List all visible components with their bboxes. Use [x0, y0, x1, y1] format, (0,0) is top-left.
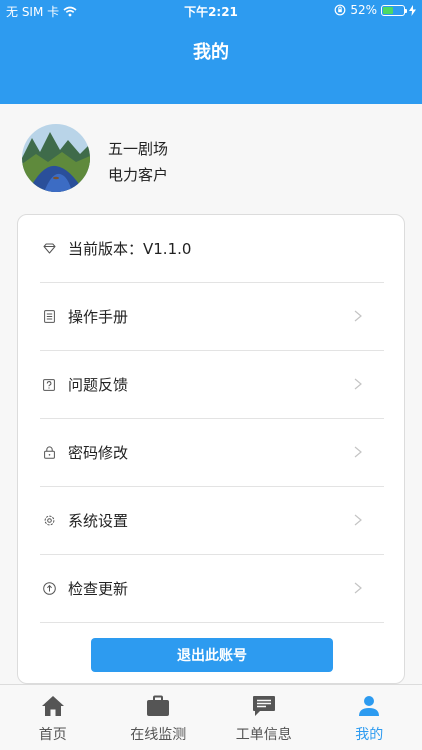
avatar-landscape-image: [22, 124, 90, 192]
profile-role: 电力客户: [108, 166, 169, 184]
tab-label: 工单信息: [235, 727, 292, 743]
chevron-right-icon: [354, 310, 362, 322]
menu-item-manual[interactable]: 操作手册: [40, 283, 384, 351]
menu-label: 检查更新: [68, 580, 129, 598]
menu-item-version: 当前版本：V1.1.0: [40, 215, 384, 283]
profile-name: 五一剧场: [108, 140, 169, 158]
menu-item-password[interactable]: 密码修改: [40, 419, 384, 487]
tab-label: 在线监测: [130, 727, 187, 743]
chevron-right-icon: [354, 378, 362, 390]
diamond-icon: [42, 242, 56, 256]
menu-label: 密码修改: [68, 444, 129, 462]
tab-home[interactable]: 首页: [0, 685, 106, 750]
page-title: 我的: [193, 42, 229, 63]
menu-label: 系统设置: [68, 512, 129, 530]
tab-monitoring[interactable]: 在线监测: [106, 685, 212, 750]
menu-item-feedback[interactable]: 问题反馈: [40, 351, 384, 419]
battery-icon: [381, 4, 407, 16]
tab-mine[interactable]: 我的: [317, 685, 422, 750]
home-icon: [39, 693, 67, 719]
menu-label: 操作手册: [68, 308, 129, 326]
document-icon: [42, 310, 56, 324]
battery-level: [383, 6, 394, 14]
menu-item-update[interactable]: 检查更新: [40, 555, 384, 623]
menu-card: 当前版本：V1.1.0 操作手册 问题反馈 密码修改 系统设置 检查更新 退出此…: [17, 214, 405, 684]
question-icon: [42, 378, 56, 392]
menu-label: 问题反馈: [68, 376, 129, 394]
battery-percent: 52%: [350, 3, 377, 17]
logout-button[interactable]: 退出此账号: [91, 638, 333, 672]
profile-section: 五一剧场 电力客户: [0, 104, 422, 208]
chevron-right-icon: [354, 514, 362, 526]
chevron-right-icon: [354, 582, 362, 594]
tab-label: 我的: [355, 727, 384, 743]
briefcase-icon: [144, 693, 172, 719]
menu-label: 当前版本：V1.1.0: [68, 240, 192, 258]
tab-bar: 首页 在线监测 工单信息 我的: [0, 684, 422, 750]
status-bar: 无 SIM 卡 下午2:21 52%: [0, 0, 422, 22]
person-icon: [355, 693, 383, 719]
tab-work-orders[interactable]: 工单信息: [211, 685, 317, 750]
chevron-right-icon: [354, 446, 362, 458]
header-bar: 无 SIM 卡 下午2:21 52% 我的: [0, 0, 422, 104]
upload-icon: [42, 582, 56, 596]
lock-icon: [42, 446, 56, 460]
charging-icon: [409, 4, 416, 16]
orientation-lock-icon: [334, 4, 346, 16]
tab-label: 首页: [38, 727, 67, 743]
message-icon: [250, 693, 278, 719]
avatar[interactable]: [22, 124, 90, 192]
gear-icon: [42, 514, 56, 528]
menu-item-settings[interactable]: 系统设置: [40, 487, 384, 555]
